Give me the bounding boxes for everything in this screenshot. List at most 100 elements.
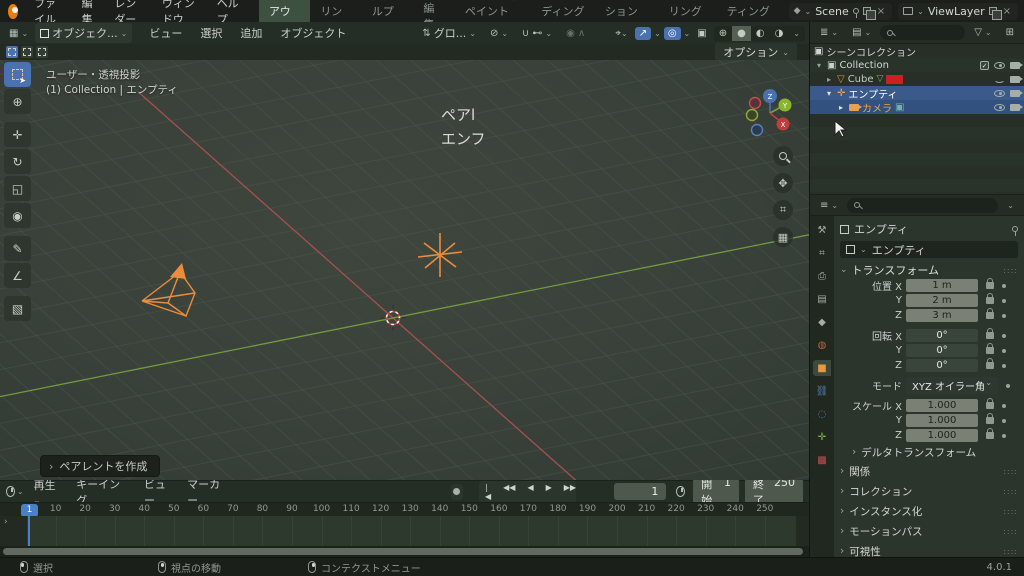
tab-world[interactable]: ◍ (813, 337, 831, 353)
animate-dot-icon[interactable] (1002, 314, 1006, 318)
camera-view-button[interactable]: ⌗ (773, 200, 793, 220)
panel-grip-icon[interactable] (1003, 547, 1018, 556)
scale-y-field[interactable]: 1.000 (906, 414, 978, 427)
lock-icon[interactable] (986, 402, 994, 409)
lock-icon[interactable] (986, 417, 994, 424)
xray-toggle[interactable]: ▣ (693, 27, 710, 40)
use-preview-range-icon[interactable] (676, 486, 685, 497)
row-cube[interactable]: ▸ ▽ Cube ▽ (810, 72, 1024, 86)
lock-icon[interactable] (986, 362, 994, 369)
outliner-display-mode[interactable]: ≣⌄ (815, 25, 843, 40)
tab-output[interactable]: ⎙ (813, 268, 831, 284)
panel-grip-icon[interactable] (1003, 527, 1018, 536)
outliner-search-input[interactable] (880, 25, 965, 40)
animate-dot-icon[interactable] (1006, 384, 1010, 388)
play-button[interactable]: ▶ (540, 481, 558, 503)
row-collection[interactable]: ▾ ▣ Collection ✓ (810, 58, 1024, 72)
selectability-dropdown[interactable]: ⌖⌄ (611, 27, 631, 40)
location-y-field[interactable]: 2 m (906, 294, 978, 307)
gizmo-y-label[interactable]: Y (782, 102, 788, 110)
animate-dot-icon[interactable] (1002, 404, 1006, 408)
channel-collapse-icon[interactable]: › (4, 517, 8, 527)
tool-measure[interactable]: ∠ (4, 263, 31, 288)
menu-view[interactable]: ビュー (140, 23, 191, 43)
section-delta-transform[interactable]: デルタトランスフォーム (852, 443, 1018, 461)
lock-icon[interactable] (986, 432, 994, 439)
lock-icon[interactable] (986, 332, 994, 339)
unlink-scene-icon[interactable]: × (875, 6, 887, 17)
section-motion-paths[interactable]: モーションパス (840, 521, 1018, 541)
properties-search-input[interactable] (847, 198, 998, 213)
pan-button[interactable]: ✥ (773, 173, 793, 193)
hide-viewport-icon[interactable] (994, 62, 1005, 69)
select-mode-set-icon[interactable] (6, 46, 18, 58)
rotation-mode-select[interactable]: XYZ オイラー角⌄ (906, 377, 998, 394)
select-mode-subtract-icon[interactable] (36, 46, 48, 58)
section-relations[interactable]: 関係 (840, 461, 1018, 481)
navigation-gizmo[interactable]: Z Y X (745, 86, 795, 140)
tab-object-data[interactable]: ✛ (813, 429, 831, 445)
material-swatch[interactable] (886, 75, 903, 84)
panel-grip-icon[interactable] (1003, 507, 1018, 516)
pin-id-icon[interactable] (1012, 226, 1018, 232)
outliner-filter-button[interactable]: ▽⌄ (969, 25, 996, 40)
scene-selector[interactable]: ◆⌄ Scene × (789, 3, 893, 20)
panel-grip-icon[interactable] (1003, 467, 1018, 476)
tool-move[interactable]: ✛ (4, 122, 31, 147)
lock-icon[interactable] (986, 347, 994, 354)
properties-options-button[interactable]: ⌄ (1002, 199, 1019, 212)
new-scene-icon[interactable] (863, 7, 871, 15)
animate-dot-icon[interactable] (1002, 419, 1006, 423)
menu-object[interactable]: オブジェクト (271, 23, 355, 43)
auto-key-button[interactable] (451, 484, 463, 500)
tab-object[interactable]: ■ (813, 360, 831, 376)
tab-constraints[interactable]: ⛓ (813, 383, 831, 399)
jump-start-button[interactable]: |◀ (479, 481, 497, 503)
hide-viewport-icon[interactable] (994, 90, 1005, 97)
transform-orientation-button[interactable]: ⇅グロ...⌄ (417, 23, 481, 43)
scale-z-field[interactable]: 1.000 (906, 429, 978, 442)
lock-icon[interactable] (986, 282, 994, 289)
object-name-field[interactable]: ⌄ エンプティ (840, 241, 1018, 258)
expand-icon[interactable]: ▾ (824, 89, 834, 98)
tool-select-box[interactable] (4, 62, 31, 87)
snap-toggle-button[interactable]: ∪⊷⌄ (517, 26, 557, 41)
hide-viewport-icon[interactable] (994, 104, 1005, 111)
tool-scale[interactable]: ◱ (4, 176, 31, 201)
panel-grip-icon[interactable] (1003, 266, 1018, 275)
rotation-x-field[interactable]: 0° (906, 329, 978, 342)
panel-grip-icon[interactable] (1003, 487, 1018, 496)
ortho-toggle-button[interactable]: ▦ (773, 227, 793, 247)
transform-panel-header[interactable]: トランスフォーム (840, 262, 1018, 278)
disable-render-icon[interactable] (1010, 90, 1020, 97)
scale-x-field[interactable]: 1.000 (906, 399, 978, 412)
new-collection-button[interactable]: ⊞ (1001, 25, 1019, 40)
pivot-point-button[interactable]: ⊘⌄ (485, 26, 513, 41)
expand-icon[interactable]: ▸ (836, 103, 846, 112)
select-mode-extend-icon[interactable] (21, 46, 33, 58)
empty-object[interactable] (418, 233, 462, 277)
section-collections[interactable]: コレクション (840, 481, 1018, 501)
timeline-ruler[interactable]: 1020304050607080901001101201301401501601… (0, 502, 809, 516)
tool-annotate[interactable]: ✎ (4, 236, 31, 261)
animate-dot-icon[interactable] (1002, 364, 1006, 368)
shading-wireframe-icon[interactable]: ⊕ (714, 26, 732, 41)
tab-render[interactable]: ⌗ (813, 245, 831, 261)
viewlayer-selector[interactable]: ⌄ ViewLayer × (898, 3, 1018, 20)
shading-material-icon[interactable]: ◐ (751, 26, 770, 41)
row-camera[interactable]: ▸ カメラ ▣ (810, 100, 1024, 114)
lock-icon[interactable] (986, 312, 994, 319)
location-x-field[interactable]: 1 m (906, 279, 978, 292)
zoom-button[interactable] (773, 146, 793, 166)
shading-dropdown-icon[interactable]: ⌄ (788, 26, 805, 41)
disable-render-icon[interactable] (1010, 76, 1020, 83)
hide-viewport-icon[interactable] (994, 76, 1005, 83)
rotation-z-field[interactable]: 0° (906, 359, 978, 372)
gizmo-z-label[interactable]: Z (768, 93, 773, 101)
horizontal-scrollbar[interactable] (3, 548, 803, 555)
tool-add-cube[interactable]: ▧ (4, 296, 31, 321)
remove-viewlayer-icon[interactable]: × (1001, 6, 1013, 17)
options-button[interactable]: オプション⌄ (715, 43, 797, 61)
proportional-edit-button[interactable]: ◉∧ (561, 26, 590, 41)
location-z-field[interactable]: 3 m (906, 309, 978, 322)
